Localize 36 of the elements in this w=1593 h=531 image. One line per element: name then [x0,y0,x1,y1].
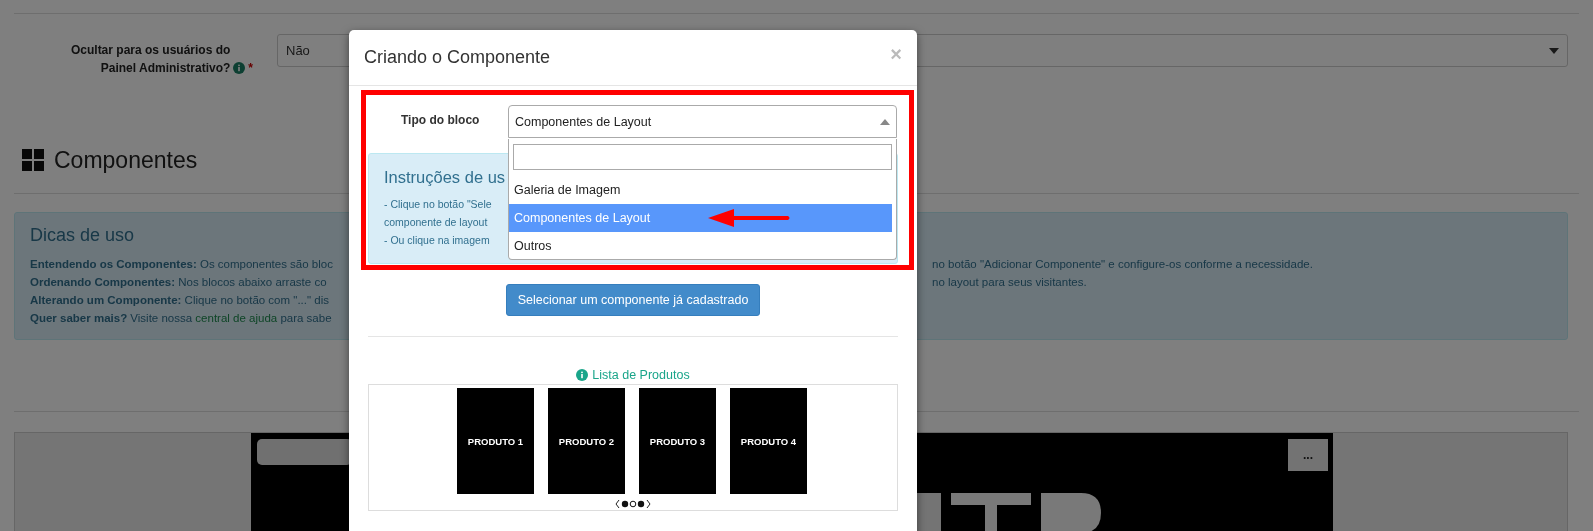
tips-title: Dicas de uso [30,225,135,246]
field-label: Tipo do bloco [400,112,481,129]
required-mark: * [248,60,253,77]
instructions-title: Instruções de us [384,168,506,187]
arrow-icon [708,209,792,227]
preview-title: Lista de Produtos [592,368,690,382]
more-button[interactable]: ... [1288,439,1328,471]
caret-icon [1549,47,1559,54]
carousel-nav-icon[interactable] [615,499,651,509]
search-field[interactable] [513,144,892,170]
caret-icon [880,118,890,125]
product-tile: PRODUTO 1 [457,388,534,494]
instruction-text: - Clique no botão "Sele [384,197,492,212]
tip-text: Entendendo os Componentes: Os componentes são bloc [30,257,333,272]
tip-text: no botão "Adicionar Componente" e configure-os conforme a necessidade. [932,257,1313,272]
info-icon [576,369,589,381]
product-tile: PRODUTO 2 [548,388,625,494]
tip-text: Quer saber mais? Visite nossa central de ajuda para sabe [30,311,332,326]
tip-text: Ordenando Componentes: Nos blocos abaixo arraste co [30,275,327,290]
product-tile: PRODUTO 4 [730,388,807,494]
help-link[interactable]: central de ajuda [195,312,278,324]
info-icon [233,62,246,74]
instruction-text: componente de layout [384,215,488,230]
select-component-button[interactable]: Selecionar um componente já cadastrado [506,284,760,316]
grid-icon [22,149,44,171]
tip-text: no layout para seus visitantes. [932,275,1087,290]
instruction-text: - Ou clique na imagem [384,233,490,248]
field-label: Ocultar para os usuários do Painel Administrativo? [69,42,231,77]
product-tile: PRODUTO 3 [639,388,716,494]
dropdown-option[interactable]: Outros [509,232,892,260]
dropdown-option[interactable]: Componentes de Layout [509,204,892,232]
tip-text: Alterando um Componente: Clique no botão com "..." dis [30,293,329,308]
select-field[interactable]: Componentes de Layout [508,105,897,138]
dropdown-option[interactable]: Galeria de Imagem [509,176,892,204]
section-title: Componentes [54,146,198,174]
modal-title: Criando o Componente [364,47,551,68]
